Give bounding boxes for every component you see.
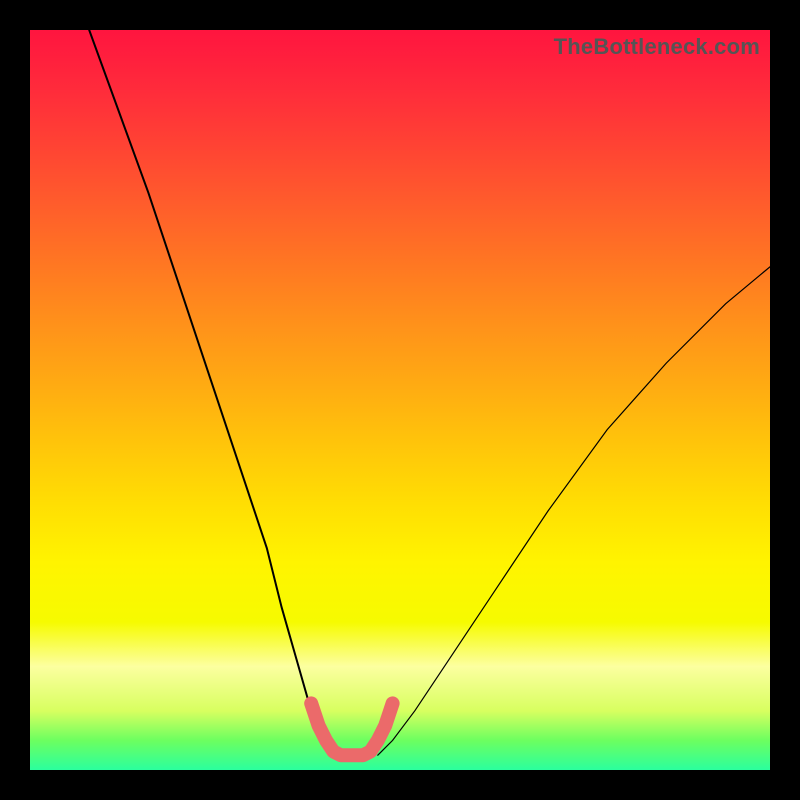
left-curve bbox=[89, 30, 330, 755]
plot-area: TheBottleneck.com bbox=[30, 30, 770, 770]
right-curve bbox=[378, 267, 770, 755]
curve-layer bbox=[30, 30, 770, 770]
u-highlight bbox=[311, 703, 392, 755]
chart-frame: TheBottleneck.com bbox=[0, 0, 800, 800]
